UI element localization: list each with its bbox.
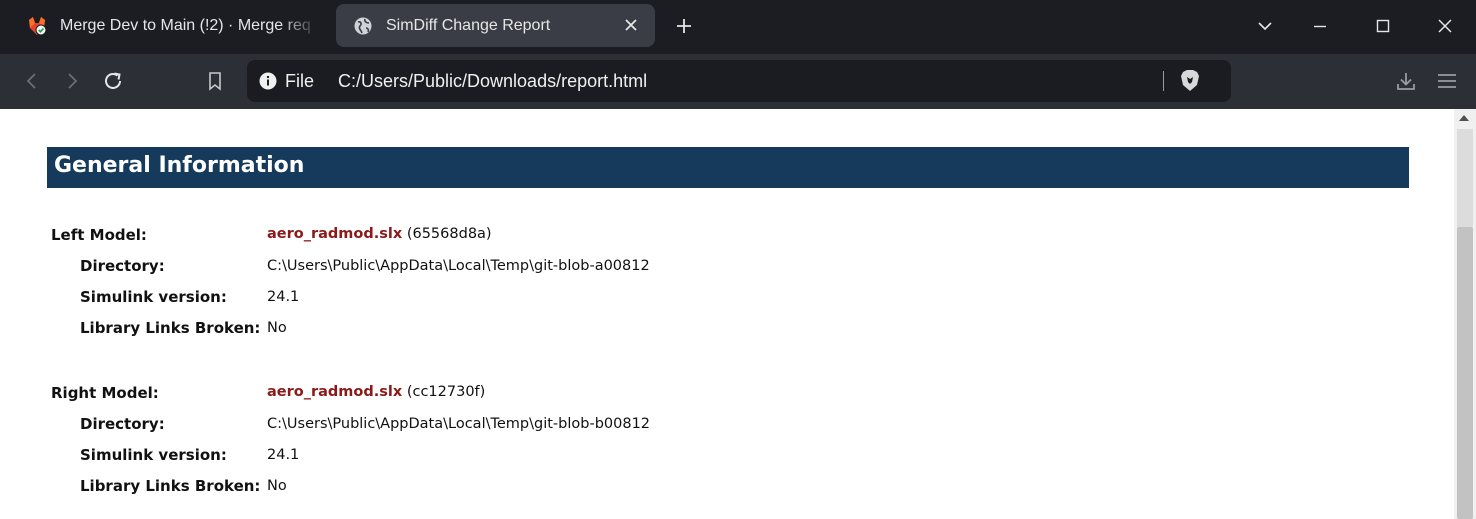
tab-title: SimDiff Change Report	[386, 16, 551, 34]
minimize-icon[interactable]	[1308, 14, 1332, 38]
right-model-file-link[interactable]: aero_radmod.slx	[267, 384, 402, 400]
globe-icon	[352, 15, 374, 37]
scheme-label: File	[285, 71, 315, 91]
left-version-label: Simulink version:	[80, 288, 227, 306]
right-directory-value: C:\Users\Public\AppData\Local\Temp\git-b…	[267, 416, 651, 432]
url-text[interactable]: C:/Users/Public/Downloads/report.html	[338, 71, 647, 92]
bookmark-icon[interactable]	[202, 68, 228, 94]
reload-icon[interactable]	[100, 68, 126, 94]
browser-tab-bar: Merge Dev to Main (!2) · Merge req SimDi…	[0, 0, 1476, 54]
scroll-track[interactable]	[1457, 129, 1473, 227]
left-model-value: aero_radmod.slx (65568d8a)	[267, 226, 492, 242]
right-model-value: aero_radmod.slx (cc12730f)	[267, 384, 485, 400]
new-tab-icon[interactable]	[672, 14, 696, 38]
tab-merge-request[interactable]: Merge Dev to Main (!2) · Merge req	[14, 4, 319, 47]
right-model-hash: (cc12730f)	[406, 384, 486, 400]
info-icon[interactable]	[259, 72, 277, 90]
close-tab-icon[interactable]	[621, 15, 641, 35]
left-links-label: Library Links Broken:	[80, 319, 261, 337]
back-icon[interactable]	[19, 68, 45, 94]
tab-simdiff-report[interactable]: SimDiff Change Report	[336, 4, 655, 47]
left-version-value: 24.1	[267, 289, 300, 305]
left-model-label: Left Model:	[51, 226, 147, 244]
tab-list-chevron-icon[interactable]	[1253, 14, 1277, 38]
left-model-hash: (65568d8a)	[406, 226, 492, 242]
section-title: General Information	[47, 147, 1409, 188]
right-links-label: Library Links Broken:	[80, 477, 261, 495]
close-window-icon[interactable]	[1433, 14, 1457, 38]
gitlab-fox-icon	[26, 15, 48, 37]
right-version-label: Simulink version:	[80, 446, 227, 464]
left-links-value: No	[267, 320, 287, 336]
right-links-value: No	[267, 478, 287, 494]
download-icon[interactable]	[1393, 68, 1419, 94]
left-directory-label: Directory:	[80, 257, 165, 275]
address-bar[interactable]: File C:/Users/Public/Downloads/report.ht…	[247, 60, 1231, 102]
maximize-icon[interactable]	[1371, 14, 1395, 38]
scroll-thumb[interactable]	[1457, 227, 1473, 519]
scroll-up-arrow-icon[interactable]	[1459, 115, 1469, 121]
left-model-file-link[interactable]: aero_radmod.slx	[267, 226, 402, 242]
right-directory-label: Directory:	[80, 415, 165, 433]
address-separator	[1163, 71, 1164, 91]
brave-shield-icon[interactable]	[1179, 69, 1201, 93]
page-scrollbar[interactable]	[1454, 109, 1476, 519]
tab-title: Merge Dev to Main (!2) · Merge req	[60, 16, 311, 34]
right-model-label: Right Model:	[51, 384, 159, 402]
right-version-value: 24.1	[267, 447, 300, 463]
browser-toolbar: File C:/Users/Public/Downloads/report.ht…	[0, 54, 1476, 109]
page-content: General Information Left Model: aero_rad…	[0, 109, 1454, 519]
left-directory-value: C:\Users\Public\AppData\Local\Temp\git-b…	[267, 258, 650, 274]
menu-icon[interactable]	[1434, 68, 1460, 94]
forward-icon[interactable]	[59, 68, 85, 94]
